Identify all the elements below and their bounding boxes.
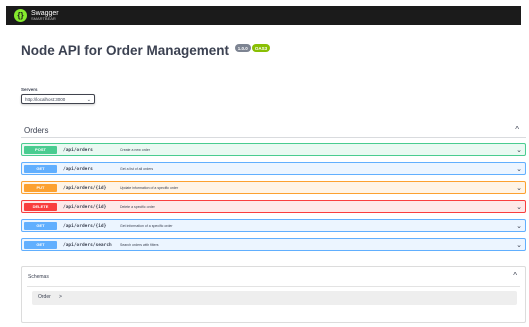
operation-summary: Create a new order xyxy=(120,148,150,152)
operation-get-order[interactable]: GET /api/orders/{id} Get information of … xyxy=(21,219,526,232)
page-title: Node API for Order Management 1.0.0 OAS3 xyxy=(21,43,271,58)
model-name: Order xyxy=(38,294,51,300)
operation-get-orders[interactable]: GET /api/orders Get a list of all orders… xyxy=(21,162,526,175)
method-badge: GET xyxy=(24,165,57,173)
chevron-down-icon[interactable]: ⌄ xyxy=(516,202,522,213)
operation-path: /api/orders/search xyxy=(63,243,112,248)
divider xyxy=(27,286,520,287)
operation-path: /api/orders/{id} xyxy=(63,224,107,229)
operation-summary: Update information of a specific order xyxy=(120,186,179,190)
servers-selected-value: http://localhost:3000 xyxy=(25,97,66,102)
schemas-title[interactable]: Schemas xyxy=(28,274,49,280)
operation-path: /api/orders xyxy=(63,148,93,153)
chevron-down-icon[interactable]: ⌄ xyxy=(516,145,522,156)
servers-label: Servers xyxy=(21,87,38,92)
method-badge: GET xyxy=(24,241,57,249)
brand-sub: SMARTBEAR xyxy=(31,16,56,21)
tag-title: Orders xyxy=(24,126,49,135)
schemas-section: Schemas ^ Order > xyxy=(21,266,526,323)
chevron-down-icon[interactable]: ⌄ xyxy=(516,240,522,251)
chevron-down-icon[interactable]: ⌄ xyxy=(516,164,522,175)
chevron-up-icon[interactable]: ^ xyxy=(513,271,517,280)
tag-orders-header[interactable]: Orders ^ xyxy=(21,121,526,138)
operation-summary: Search orders with filters xyxy=(120,243,159,247)
operation-path: /api/orders/{id} xyxy=(63,186,107,191)
operation-summary: Delete a specific order xyxy=(120,205,155,209)
operation-summary: Get a list of all orders xyxy=(120,167,154,171)
topbar: {} Swagger SMARTBEAR xyxy=(6,6,521,25)
servers-select[interactable]: http://localhost:3000 ⌄ xyxy=(21,94,95,104)
chevron-down-icon: ⌄ xyxy=(86,97,91,103)
api-title: Node API for Order Management xyxy=(21,43,230,58)
method-badge: GET xyxy=(24,222,57,230)
operation-put-order[interactable]: PUT /api/orders/{id} Update information … xyxy=(21,181,526,194)
operation-post-orders[interactable]: POST /api/orders Create a new order ⌄ xyxy=(21,143,526,156)
oas-badge: OAS3 xyxy=(251,44,271,52)
operation-summary: Get information of a specific order xyxy=(120,224,173,228)
operation-delete-order[interactable]: DELETE /api/orders/{id} Delete a specifi… xyxy=(21,200,526,213)
model-order[interactable]: Order > xyxy=(32,291,517,305)
version-badge: 1.0.0 xyxy=(234,44,251,52)
swagger-logo-icon: {} xyxy=(14,9,27,22)
method-badge: PUT xyxy=(24,184,57,192)
chevron-down-icon[interactable]: ⌄ xyxy=(516,221,522,232)
chevron-down-icon[interactable]: ⌄ xyxy=(516,183,522,194)
method-badge: POST xyxy=(24,146,57,154)
chevron-up-icon[interactable]: ^ xyxy=(515,125,519,134)
operation-path: /api/orders/{id} xyxy=(63,205,107,210)
operation-search-orders[interactable]: GET /api/orders/search Search orders wit… xyxy=(21,238,526,251)
operation-path: /api/orders xyxy=(63,167,93,172)
swagger-logo[interactable]: {} Swagger SMARTBEAR xyxy=(14,9,59,22)
chevron-right-icon[interactable]: > xyxy=(59,294,62,300)
method-badge: DELETE xyxy=(24,203,57,211)
